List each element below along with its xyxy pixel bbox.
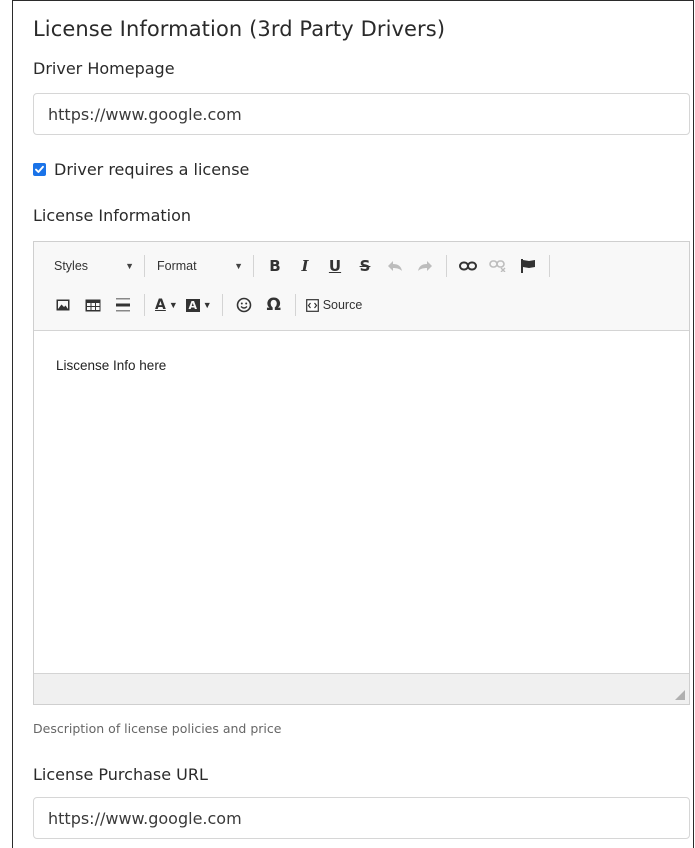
format-label: Format [157,259,197,273]
flag-icon[interactable] [515,253,541,279]
redo-icon[interactable] [412,253,438,279]
driver-homepage-label: Driver Homepage [33,59,175,78]
smiley-icon[interactable] [231,292,257,318]
form-panel: License Information (3rd Party Drivers) … [12,0,694,848]
table-icon[interactable] [80,292,106,318]
toolbar-row-1: Styles ▼ Format ▼ B I U S [48,251,556,281]
editor-toolbar: Styles ▼ Format ▼ B I U S A ▼ A ▼ Ω Sour… [34,242,689,331]
license-information-label: License Information [33,206,192,225]
license-required-row[interactable]: Driver requires a license [33,160,249,179]
background-color-icon[interactable]: A ▼ [184,292,214,318]
styles-label: Styles [54,259,89,273]
license-purchase-url-label: License Purchase URL [33,765,208,784]
italic-icon[interactable]: I [292,253,318,279]
license-help-text: Description of license policies and pric… [33,721,282,736]
strikethrough-icon[interactable]: S [352,253,378,279]
caret-down-icon: ▼ [234,261,243,271]
rich-text-editor: Styles ▼ Format ▼ B I U S A ▼ A ▼ Ω Sour… [33,241,690,705]
editor-content-area[interactable]: Liscense Info here [34,331,689,675]
underline-icon[interactable]: U [322,253,348,279]
toolbar-row-2: A ▼ A ▼ Ω Source [48,290,366,320]
bold-icon[interactable]: B [262,253,288,279]
license-required-checkbox[interactable] [33,163,46,176]
driver-homepage-input[interactable] [33,93,690,135]
undo-icon[interactable] [382,253,408,279]
source-label: Source [322,298,363,312]
editor-status-bar [34,673,689,704]
checkmark-icon [35,165,44,173]
editor-content-text[interactable]: Liscense Info here [56,358,166,373]
license-purchase-url-input[interactable] [33,797,690,839]
styles-dropdown[interactable]: Styles ▼ [48,253,138,279]
resize-handle-icon[interactable] [675,690,685,700]
source-button[interactable]: Source [304,292,365,318]
text-color-icon[interactable]: A ▼ [153,292,180,318]
format-dropdown[interactable]: Format ▼ [151,253,247,279]
source-icon [305,298,319,312]
unlink-icon[interactable] [485,253,511,279]
link-icon[interactable] [455,253,481,279]
caret-down-icon: ▼ [125,261,134,271]
omega-icon[interactable]: Ω [261,292,287,318]
horizontal-line-icon[interactable] [110,292,136,318]
section-title: License Information (3rd Party Drivers) [33,17,446,41]
license-required-label: Driver requires a license [54,160,250,179]
image-icon[interactable] [50,292,76,318]
